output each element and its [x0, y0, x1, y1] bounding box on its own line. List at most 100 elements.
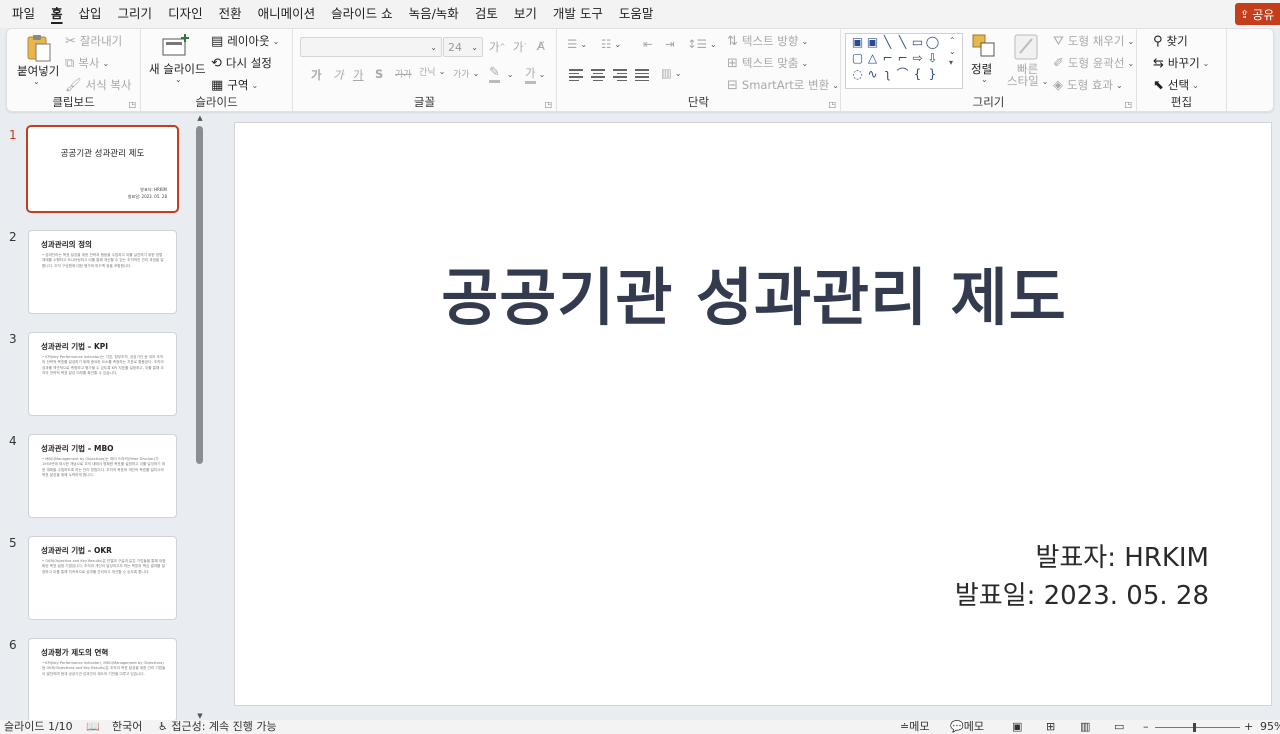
menu-item[interactable]: 보기	[508, 0, 543, 28]
scroll-up-icon[interactable]: ▲	[195, 114, 205, 122]
copy-button[interactable]: ⧉ 복사 ⌄	[65, 55, 109, 71]
bold-button[interactable]: 가	[311, 67, 322, 83]
dialog-launcher-icon[interactable]: ◳	[1124, 100, 1132, 109]
new-slide-icon[interactable]	[161, 33, 191, 61]
language-indicator[interactable]: 한국어	[112, 720, 142, 734]
reading-view-icon[interactable]: ▥	[1080, 720, 1090, 734]
slide-thumbnail[interactable]: 성과평가 제도의 연혁 • KPI(Key Performance Indicat…	[28, 638, 177, 722]
layout-button[interactable]: ▤ 레이아웃 ⌄	[211, 33, 279, 49]
select-button[interactable]: ⬉ 선택 ⌄	[1153, 77, 1199, 93]
change-case-button[interactable]: 가가 ⌄	[453, 67, 479, 80]
replace-button[interactable]: ⇆ 바꾸기 ⌄	[1153, 55, 1209, 71]
oval-icon[interactable]: ◯	[925, 34, 940, 50]
italic-button[interactable]: 가	[333, 67, 344, 83]
menu-item[interactable]: 그리기	[112, 0, 159, 28]
arc-icon[interactable]: ⌒	[895, 66, 910, 82]
slide-sorter-icon[interactable]: ⊞	[1046, 720, 1055, 734]
textbox-icon[interactable]: ▣	[850, 34, 865, 50]
zoom-slider-thumb[interactable]	[1193, 723, 1196, 732]
font-name-combo[interactable]: ⌄	[300, 37, 442, 57]
slideshow-icon[interactable]: ▭	[1114, 720, 1124, 734]
notes-button[interactable]: ≐메모	[900, 720, 929, 734]
slide-canvas[interactable]: 공공기관 성과관리 제도 발표자: HRKIM 발표일: 2023. 05. 2…	[234, 122, 1272, 706]
thumbnail-scrollbar[interactable]: ▲ ▼	[195, 114, 205, 720]
slide-presenter[interactable]: 발표자: HRKIM	[1035, 537, 1209, 574]
arrange-dropdown[interactable]: ⌄	[981, 75, 988, 84]
clear-format-icon[interactable]: A̸	[537, 39, 545, 53]
rounded-rect-icon[interactable]: ▢	[850, 50, 865, 66]
text-direction-button[interactable]: ⇅ 텍스트 방향 ⌄	[727, 33, 808, 49]
arrange-icon[interactable]	[971, 33, 997, 63]
comments-button[interactable]: 💬메모	[950, 720, 984, 734]
decrease-font-button[interactable]: 가ˇ	[513, 39, 527, 55]
triangle-icon[interactable]: △	[865, 50, 880, 66]
columns-button[interactable]: ▥ ⌄	[661, 66, 682, 80]
menu-item[interactable]: 디자인	[162, 0, 209, 28]
align-left-icon[interactable]	[569, 69, 583, 81]
zoom-in-button[interactable]: +	[1244, 720, 1253, 734]
menu-item[interactable]: 도움말	[613, 0, 660, 28]
arrow-right-icon[interactable]: ⇨	[910, 50, 925, 66]
menu-item[interactable]: 삽입	[73, 0, 108, 28]
bullets-button[interactable]: ☰ ⌄	[567, 37, 587, 51]
new-slide-dropdown[interactable]: ⌄	[175, 75, 182, 84]
decrease-indent-button[interactable]: ⇤	[643, 37, 653, 51]
format-painter-button[interactable]: 🖌 서식 복사	[65, 77, 132, 93]
menu-item[interactable]: 전환	[213, 0, 248, 28]
slide-thumbnail[interactable]: 공공기관 성과관리 제도 발표자: HRKIM 발표일: 2023. 05. 28	[26, 125, 179, 213]
smartart-button[interactable]: ⊟ SmartArt로 변환 ⌄	[727, 77, 839, 93]
slide-date[interactable]: 발표일: 2023. 05. 28	[955, 575, 1209, 612]
menu-item[interactable]: 검토	[469, 0, 504, 28]
cut-button[interactable]: ✂ 잘라내기	[65, 33, 122, 49]
menu-item[interactable]: 슬라이드 쇼	[325, 0, 398, 28]
strikethrough-button[interactable]: 가가	[395, 67, 412, 80]
paste-dropdown[interactable]: ⌄	[33, 77, 40, 86]
zoom-out-button[interactable]: –	[1143, 720, 1149, 734]
freeform-icon[interactable]: ◌	[850, 66, 865, 82]
slide-title[interactable]: 공공기관 성과관리 제도	[235, 247, 1273, 337]
vertical-textbox-icon[interactable]: ▣	[865, 34, 880, 50]
connector-icon[interactable]: ⌐	[880, 50, 895, 66]
brace-left-icon[interactable]: {	[910, 66, 925, 82]
slide-thumbnail[interactable]: 성과관리의 정의 • 성과관리는 목표 달성을 위한 전략과 행동을 수립하고 이…	[28, 230, 177, 314]
share-button[interactable]: ⇪ 공유	[1235, 3, 1280, 25]
arrow-down-icon[interactable]: ⇩	[925, 50, 940, 66]
scroll-thumb[interactable]	[196, 126, 203, 464]
find-button[interactable]: ⚲ 찾기	[1153, 33, 1188, 49]
connector-icon[interactable]: ⌐	[895, 50, 910, 66]
slide-thumbnail[interactable]: 성과관리 기법 – MBO • MBO(Management by Objecti…	[28, 434, 177, 518]
brace-right-icon[interactable]: }	[925, 66, 940, 82]
increase-indent-button[interactable]: ⇥	[665, 37, 675, 51]
shadow-button[interactable]: S	[375, 67, 383, 81]
shape-effects-button[interactable]: ◈ 도형 효과 ⌄	[1053, 77, 1123, 93]
scroll-down-icon[interactable]: ▼	[195, 712, 205, 720]
underline-button[interactable]: 가	[353, 67, 364, 83]
numbering-button[interactable]: ☷ ⌄	[601, 37, 621, 51]
scribble-icon[interactable]: ʅ	[880, 66, 895, 82]
highlight-button[interactable]: ✎ ⌄	[489, 65, 514, 83]
menu-item[interactable]: 개발 도구	[547, 0, 609, 28]
spellcheck-icon[interactable]: 📖	[86, 720, 100, 734]
reset-button[interactable]: ⟲ 다시 설정	[211, 55, 272, 71]
menu-item[interactable]: 녹음/녹화	[403, 0, 465, 28]
menu-item[interactable]: 홈	[45, 0, 69, 28]
align-text-button[interactable]: ⊞ 텍스트 맞춤 ⌄	[727, 55, 808, 71]
quick-styles-button[interactable]: 스타일 ⌄	[1007, 73, 1048, 89]
dialog-launcher-icon[interactable]: ◳	[544, 100, 552, 109]
accessibility-status[interactable]: ♿ 접근성: 계속 진행 가능	[158, 720, 277, 734]
shapes-scroll[interactable]: ⌃ ⌄ ▾	[949, 35, 956, 68]
curve-icon[interactable]: ∿	[865, 66, 880, 82]
character-spacing-button[interactable]: 간닉 ⌄	[419, 65, 445, 78]
increase-font-button[interactable]: 가 ^	[489, 39, 505, 55]
dialog-launcher-icon[interactable]: ◳	[128, 100, 136, 109]
rectangle-icon[interactable]: ▭	[910, 34, 925, 50]
font-color-button[interactable]: 가 ⌄	[525, 65, 545, 84]
slide-thumbnail[interactable]: 성과관리 기법 – OKR • OKR(Objective and Key Res…	[28, 536, 177, 620]
justify-icon[interactable]	[635, 69, 649, 81]
menu-item[interactable]: 파일	[6, 0, 41, 28]
shape-fill-button[interactable]: ⛛ 도형 채우기 ⌄	[1053, 33, 1134, 49]
font-size-combo[interactable]: 24 ⌄	[443, 37, 483, 57]
slide-thumbnail[interactable]: 성과관리 기법 – KPI • KPI(Key Performance Indic…	[28, 332, 177, 416]
menu-item[interactable]: 애니메이션	[252, 0, 322, 28]
shape-outline-button[interactable]: ✐ 도형 윤곽선 ⌄	[1053, 55, 1134, 71]
